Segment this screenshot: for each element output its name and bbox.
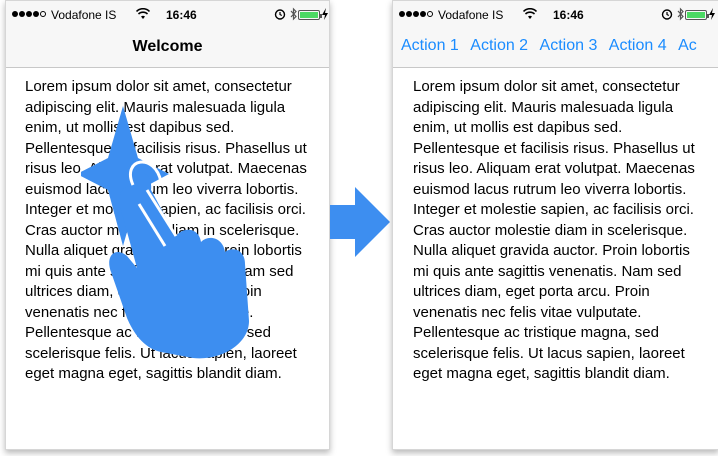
signal-dots-icon (12, 11, 46, 17)
nav-title: Welcome (132, 38, 203, 55)
carrier-name: Vodafone IS (438, 8, 504, 22)
battery-icon (685, 10, 709, 20)
alarm-clock-icon (274, 9, 286, 20)
alarm-clock-icon (661, 9, 673, 20)
action-list: Action 1 Action 2 Action 3 Action 4 Ac (401, 37, 704, 55)
carrier-name: Vodafone IS (51, 8, 117, 22)
navigation-bar: Welcome (6, 29, 329, 68)
action-5-button[interactable]: Ac (678, 37, 697, 54)
signal-dots-icon (399, 11, 433, 17)
wifi-icon (523, 8, 537, 19)
charging-bolt-icon (322, 8, 328, 20)
tap-hand-icon (81, 106, 249, 359)
status-bar: Vodafone IS 16:46 (393, 1, 718, 29)
bluetooth-icon (290, 7, 297, 21)
battery-icon (298, 10, 322, 20)
article-text: Lorem ipsum dolor sit amet, consectetur … (413, 78, 695, 382)
action-3-button[interactable]: Action 3 (540, 37, 598, 54)
action-toolbar: Action 1 Action 2 Action 3 Action 4 Ac (393, 29, 718, 68)
arrow-right-icon (330, 187, 390, 257)
action-1-button[interactable]: Action 1 (401, 37, 459, 54)
clock-time: 16:46 (166, 8, 197, 22)
phone-screen-after: Vodafone IS 16:46 Action 1 Action 2 Acti… (392, 0, 718, 450)
action-4-button[interactable]: Action 4 (609, 37, 667, 54)
action-2-button[interactable]: Action 2 (470, 37, 528, 54)
bluetooth-icon (677, 7, 684, 21)
status-bar: Vodafone IS 16:46 (6, 1, 329, 29)
phone-screen-before: Vodafone IS 16:46 Welcome Lorem ipsum do… (5, 0, 330, 450)
wifi-icon (136, 8, 150, 19)
charging-bolt-icon (709, 8, 715, 20)
clock-time: 16:46 (553, 8, 584, 22)
